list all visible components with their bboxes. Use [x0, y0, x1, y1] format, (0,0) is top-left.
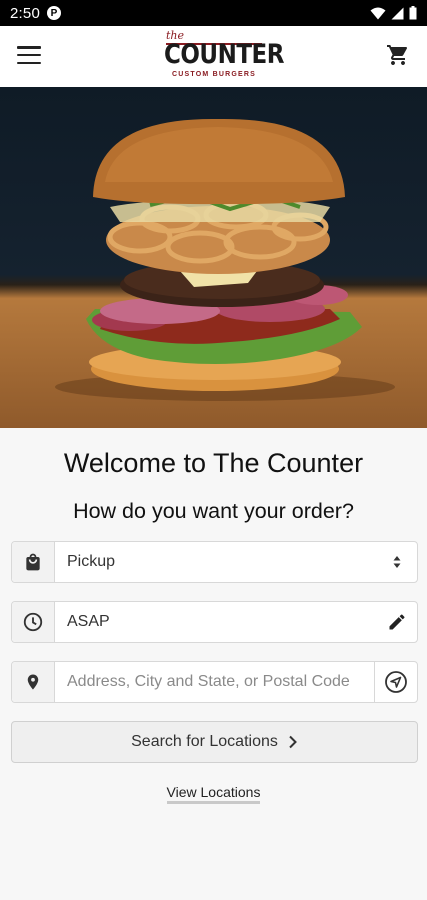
logo-tagline: CUSTOM BURGERS — [172, 71, 256, 78]
status-bar: 2:50 P — [0, 0, 427, 26]
hero-burger-image — [0, 87, 427, 428]
search-locations-button[interactable]: Search for Locations — [11, 721, 418, 763]
welcome-title: Welcome to The Counter — [63, 448, 364, 478]
notification-app-icon: P — [47, 6, 61, 20]
signal-icon — [391, 7, 404, 19]
order-type-select[interactable]: Pickup — [11, 541, 418, 583]
order-panel: Welcome to The Counter How do you want y… — [0, 428, 427, 900]
the-counter-logo: the COUNTER CUSTOM BURGERS — [164, 29, 284, 83]
view-locations-link[interactable]: View Locations — [166, 784, 261, 804]
order-time-value: ASAP — [67, 613, 110, 630]
status-indicators — [370, 6, 417, 20]
view-locations-container: View Locations — [0, 784, 427, 804]
locate-me-icon[interactable] — [374, 662, 417, 702]
edit-pencil-icon[interactable] — [377, 602, 417, 642]
address-field[interactable] — [11, 661, 418, 703]
burger-illustration — [55, 118, 395, 401]
shopping-cart-icon[interactable] — [386, 43, 410, 67]
chevron-right-icon — [289, 735, 297, 749]
order-time-field[interactable]: ASAP — [11, 601, 418, 643]
address-input[interactable] — [55, 662, 374, 702]
select-arrows-icon — [377, 542, 417, 582]
clock-icon — [12, 602, 55, 642]
app-header: the COUNTER CUSTOM BURGERS — [0, 26, 427, 87]
wifi-icon — [370, 7, 386, 19]
status-time: 2:50 — [10, 4, 40, 22]
search-locations-label: Search for Locations — [131, 733, 278, 750]
logo-name: COUNTER — [164, 40, 284, 70]
battery-icon — [409, 6, 417, 20]
location-pin-icon — [12, 662, 55, 702]
order-type-value: Pickup — [67, 553, 116, 570]
hamburger-menu-icon[interactable] — [17, 43, 41, 67]
order-question: How do you want your order? — [73, 499, 354, 523]
shopping-bag-icon — [12, 542, 55, 582]
